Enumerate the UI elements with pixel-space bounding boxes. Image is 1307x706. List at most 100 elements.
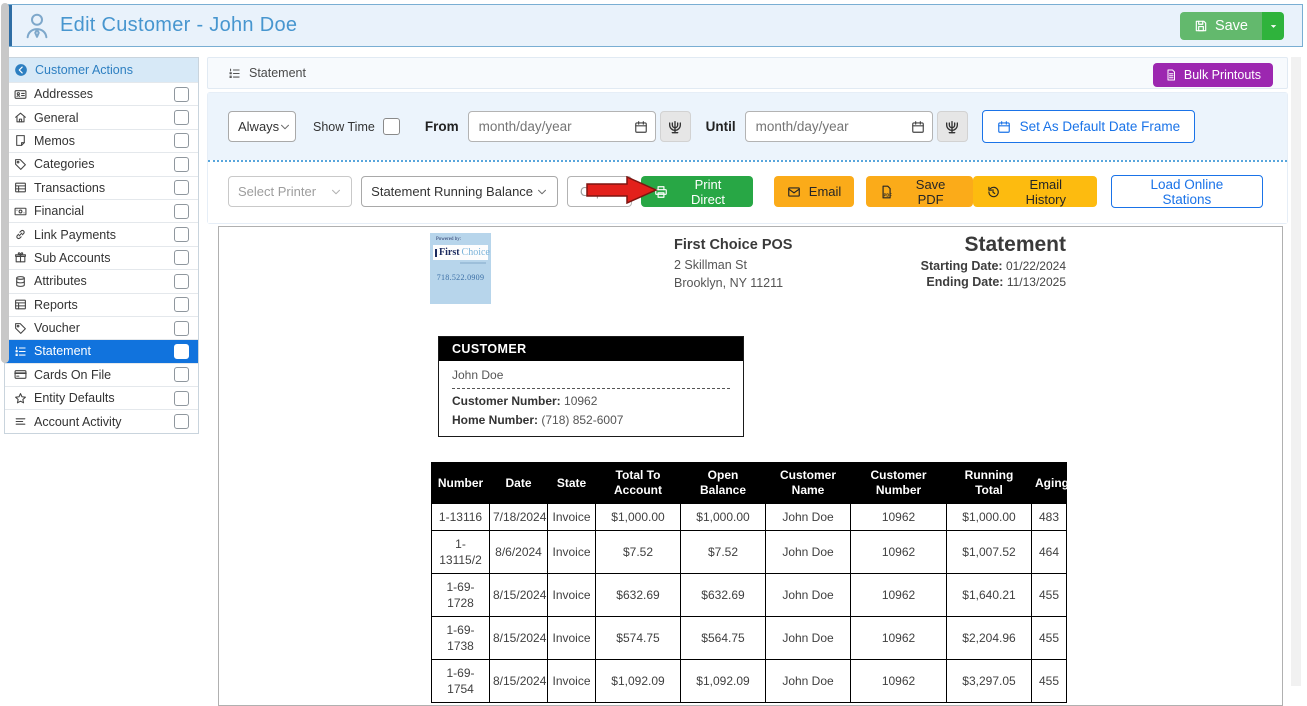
gift-icon	[14, 251, 27, 264]
main-scrollbar-thumb[interactable]	[1, 3, 9, 363]
set-default-date-frame-button[interactable]: Set As Default Date Frame	[982, 110, 1196, 143]
sidebar-header[interactable]: Customer Actions	[5, 58, 198, 82]
sidebar-item-categories[interactable]: Categories	[5, 152, 198, 175]
star-icon	[14, 392, 27, 405]
table-cell: $632.69	[596, 574, 681, 617]
sidebar-item-reports[interactable]: Reports	[5, 293, 198, 316]
hebrew-calendar-button-from[interactable]	[660, 111, 691, 142]
customer-name: John Doe	[452, 368, 730, 389]
sidebar-item-label: Sub Accounts	[34, 251, 167, 265]
sidebar-item-entity-defaults[interactable]: Entity Defaults	[5, 386, 198, 409]
table-row: 1-69-17388/15/2024Invoice$574.75$564.75J…	[432, 617, 1067, 660]
hebrew-calendar-button-until[interactable]	[937, 111, 968, 142]
column-header: Running Total	[947, 463, 1032, 504]
sidebar-item-label: Statement	[34, 344, 167, 358]
table-row: 1-13115/28/6/2024Invoice$7.52$7.52John D…	[432, 531, 1067, 574]
sidebar-item-checkbox[interactable]	[174, 344, 189, 359]
table-cell: 8/6/2024	[490, 531, 548, 574]
sidebar-item-memos[interactable]: Memos	[5, 129, 198, 152]
sidebar-item-checkbox[interactable]	[174, 157, 189, 172]
sidebar-item-checkbox[interactable]	[174, 110, 189, 125]
until-date-input[interactable]	[756, 119, 911, 134]
date-range-select[interactable]: Always	[228, 111, 296, 142]
sidebar-item-checkbox[interactable]	[174, 227, 189, 242]
sidebar-item-voucher[interactable]: Voucher	[5, 316, 198, 339]
save-dropdown-toggle[interactable]	[1262, 12, 1284, 40]
table-cell: John Doe	[766, 660, 851, 703]
save-pdf-button[interactable]: Save PDF	[866, 176, 973, 207]
sidebar-item-checkbox[interactable]	[174, 321, 189, 336]
report-type-select[interactable]: Statement Running Balance	[361, 176, 558, 207]
company-address-2: Brooklyn, NY 11211	[674, 274, 792, 292]
email-button[interactable]: Email	[774, 176, 855, 207]
page-title: Edit Customer - John Doe	[60, 14, 297, 37]
printer-select[interactable]: Select Printer	[228, 176, 352, 207]
sidebar-item-label: Memos	[34, 134, 167, 148]
sidebar-item-sub-accounts[interactable]: Sub Accounts	[5, 246, 198, 269]
statement-panel: Always Show Time From Until	[207, 92, 1288, 224]
menorah-icon	[944, 119, 960, 135]
sidebar-item-checkbox[interactable]	[174, 274, 189, 289]
bulk-printouts-button[interactable]: Bulk Printouts	[1153, 63, 1273, 87]
table-cell: $7.52	[681, 531, 766, 574]
main-scrollbar[interactable]	[1291, 57, 1301, 686]
load-online-stations-button[interactable]: Load Online Stations	[1111, 175, 1263, 208]
customer-person-icon	[22, 11, 52, 41]
table-cell: $7.52	[596, 531, 681, 574]
sidebar-item-financial[interactable]: Financial	[5, 199, 198, 222]
save-button[interactable]: Save	[1180, 12, 1262, 40]
sidebar-item-label: Link Payments	[34, 228, 167, 242]
table-cell: John Doe	[766, 504, 851, 531]
email-history-button[interactable]: Email History	[973, 176, 1097, 207]
customer-number-line: Customer Number: 10962	[452, 394, 730, 408]
credit-card-icon	[14, 368, 27, 381]
sidebar-item-checkbox[interactable]	[174, 391, 189, 406]
sidebar-item-cards-on-file[interactable]: Cards On File	[5, 363, 198, 386]
table-row: 1-131167/18/2024Invoice$1,000.00$1,000.0…	[432, 504, 1067, 531]
sidebar-item-statement[interactable]: Statement	[5, 339, 198, 362]
table-list-icon	[14, 181, 27, 194]
sidebar-item-checkbox[interactable]	[174, 297, 189, 312]
sidebar-item-label: Account Activity	[34, 415, 167, 429]
calendar-icon[interactable]	[911, 120, 925, 134]
company-info: First Choice POS 2 Skillman St Brooklyn,…	[674, 235, 792, 292]
starting-date-line: Starting Date: 01/22/2024	[921, 258, 1066, 274]
show-time-checkbox[interactable]	[383, 118, 400, 135]
sidebar-item-addresses[interactable]: Addresses	[5, 82, 198, 105]
column-header: Aging	[1032, 463, 1067, 504]
sidebar-item-transactions[interactable]: Transactions	[5, 176, 198, 199]
sidebar-item-checkbox[interactable]	[174, 204, 189, 219]
sidebar-item-checkbox[interactable]	[174, 87, 189, 102]
home-number-line: Home Number: (718) 852-6007	[452, 413, 730, 427]
table-cell: $1,640.21	[947, 574, 1032, 617]
company-address-1: 2 Skillman St	[674, 256, 792, 274]
sidebar-item-checkbox[interactable]	[174, 180, 189, 195]
sidebar-item-checkbox[interactable]	[174, 367, 189, 382]
sidebar-item-link-payments[interactable]: Link Payments	[5, 222, 198, 245]
ending-date-line: Ending Date: 11/13/2025	[921, 274, 1066, 290]
customer-box-header: CUSTOMER	[439, 337, 743, 361]
table-cell: 10962	[851, 574, 947, 617]
from-date-input[interactable]	[479, 119, 634, 134]
document-icon	[1165, 69, 1177, 81]
sidebar-item-checkbox[interactable]	[174, 414, 189, 429]
address-card-icon	[14, 88, 27, 101]
customer-box: CUSTOMER John Doe Customer Number: 10962…	[438, 336, 744, 437]
sidebar-item-checkbox[interactable]	[174, 250, 189, 265]
calendar-icon[interactable]	[634, 120, 648, 134]
list-ol-icon	[14, 345, 27, 358]
sidebar-item-attributes[interactable]: Attributes	[5, 269, 198, 292]
table-cell: 455	[1032, 660, 1067, 703]
sidebar-item-label: Voucher	[34, 321, 167, 335]
sidebar-item-checkbox[interactable]	[174, 133, 189, 148]
logo-phone: 718.522.0909	[433, 273, 488, 282]
table-cell: Invoice	[548, 617, 596, 660]
table-cell: 10962	[851, 504, 947, 531]
sidebar-item-general[interactable]: General	[5, 105, 198, 128]
sidebar-item-account-activity[interactable]: Account Activity	[5, 409, 198, 432]
table-cell: John Doe	[766, 574, 851, 617]
table-cell: $1,000.00	[681, 504, 766, 531]
table-cell: $3,297.05	[947, 660, 1032, 703]
table-cell: 483	[1032, 504, 1067, 531]
breadcrumb: Statement	[228, 66, 306, 80]
